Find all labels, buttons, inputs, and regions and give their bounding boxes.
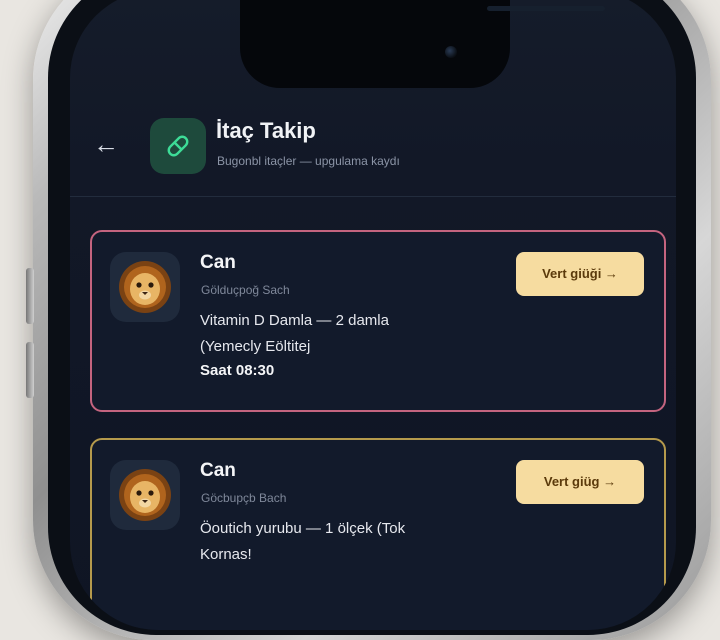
give-dose-button[interactable]: Vert giüg → (516, 460, 644, 504)
arrow-left-icon: ← (93, 129, 119, 159)
medication-line: Kornas! (200, 546, 252, 563)
phone-side-button (26, 342, 34, 398)
medication-time: Saat 08:30 (200, 362, 275, 379)
pet-name: Can (200, 460, 236, 481)
avatar (110, 460, 180, 530)
speaker-grille (487, 6, 605, 11)
medication-description: Öoutich yurubu — 1 ölçek (Tok Kornas! (200, 516, 480, 568)
app-header: ← İtaç Takip Bugonbl itaçler — upgulama … (70, 108, 676, 200)
camera-icon (445, 46, 457, 58)
medication-card: Can Göcbupçb Bach Öoutich yurubu — 1 ölç… (90, 438, 666, 630)
back-button[interactable]: ← (92, 130, 120, 158)
pet-breed: Göcbupçb Bach (201, 491, 287, 505)
medication-line: (Yemecly Eöltitej (200, 338, 311, 355)
medication-line: Vitamin D Damla — 2 damla (200, 312, 389, 329)
medication-card: Can Gölduçpoğ Sach Vitamin D Damla — 2 d… (90, 230, 666, 412)
phone-screen: ← İtaç Takip Bugonbl itaçler — upgulama … (70, 0, 676, 630)
medication-line: Öoutich yurubu — 1 ölçek (Tok (200, 520, 406, 537)
notch (240, 0, 605, 88)
page-subtitle: Bugonbl itaçler — upgulama kaydı (217, 154, 400, 168)
pet-breed: Gölduçpoğ Sach (201, 283, 290, 297)
avatar (110, 252, 180, 322)
medication-description: Vitamin D Damla — 2 damla (Yemecly Eölti… (200, 308, 480, 360)
pill-icon (167, 135, 189, 157)
lion-avatar-icon (119, 261, 171, 313)
phone-side-button (26, 268, 34, 324)
page-title: İtaç Takip (216, 118, 316, 143)
give-dose-button[interactable]: Vert giüği → (516, 252, 644, 296)
lion-avatar-icon (119, 469, 171, 521)
pet-name: Can (200, 252, 236, 273)
header-divider (70, 196, 676, 197)
app-icon (150, 118, 206, 174)
